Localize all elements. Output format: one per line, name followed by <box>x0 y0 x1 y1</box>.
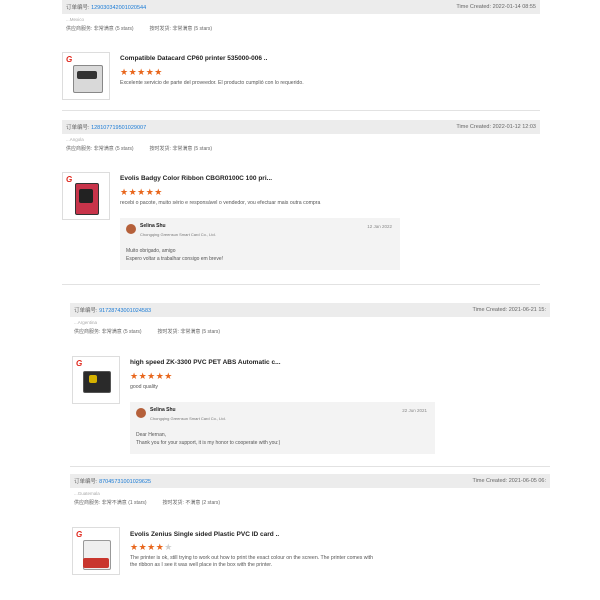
reply-author: Selina Shu <box>140 223 166 229</box>
brand-logo-icon: G <box>66 175 73 184</box>
product-thumbnail[interactable]: G <box>72 527 120 575</box>
reply-date: 12 Jan 2022 <box>367 224 392 229</box>
order-header: 订单编号: 87045731001029625 Time Created: 20… <box>70 474 550 488</box>
order-feedback-page: { "labels": { "order_no": "订单编号:", "time… <box>0 0 600 600</box>
avatar-icon <box>136 408 146 418</box>
order-ratings: 供应商服务: 非常不满意 (1 stars) 按时发货: 不满意 (2 stars… <box>74 500 221 506</box>
reply-text: Dear Hernan, Thank you for your support,… <box>136 432 281 446</box>
product-title[interactable]: Evolis Zenius Single sided Plastic PVC I… <box>130 531 279 538</box>
buyer-location: ...Guatemala <box>74 491 100 496</box>
product-thumbnail[interactable]: G <box>62 52 110 100</box>
reply-company: Chongqing Greensun Smart Card Co., Ltd. <box>140 232 216 237</box>
rating-stars: ★★★★★ <box>120 187 163 197</box>
rating-stars: ★★★★★ <box>120 67 163 77</box>
divider <box>70 466 550 467</box>
order-header: 订单编号: 91728743001024583 Time Created: 20… <box>70 303 550 317</box>
time-created: Time Created: 2022-01-14 08:55 <box>456 4 536 10</box>
review-comment: recebi o pacote, muito sério e responsáv… <box>120 200 321 206</box>
product-title[interactable]: Evolis Badgy Color Ribbon CBGR0100C 100 … <box>120 175 272 182</box>
brand-logo-icon: G <box>76 530 83 539</box>
rating-stars: ★★★★★ <box>130 371 173 381</box>
order-ratings: 供应商服务: 非常满意 (5 stars) 按时发货: 非常满意 (5 stars… <box>66 146 213 152</box>
order-card: 订单编号: 91728743001024583 Time Created: 20… <box>70 303 550 335</box>
order-number-link[interactable]: 128107719501029007 <box>91 125 146 131</box>
review-comment: Excelente servicio de parte del proveedo… <box>120 80 304 86</box>
order-number: 订单编号: 129030342001020544 <box>66 5 147 11</box>
order-card: 订单编号: 129030342001020544 Time Created: 2… <box>62 0 540 32</box>
order-number: 订单编号: 128107719501029007 <box>66 125 147 131</box>
reply-text: Muito obrigado, amigo Espero voltar a tr… <box>126 248 223 262</box>
order-card: 订单编号: 87045731001029625 Time Created: 20… <box>70 474 550 506</box>
order-number: 订单编号: 91728743001024583 <box>74 308 152 314</box>
review-comment: The printer is ok, still trying to work … <box>130 555 373 568</box>
order-number-link[interactable]: 91728743001024583 <box>99 308 151 314</box>
order-header: 订单编号: 129030342001020544 Time Created: 2… <box>62 0 540 14</box>
reply-company: Chongqing Greensun Smart Card Co., Ltd. <box>150 416 226 421</box>
buyer-location: ...Mexico <box>66 17 85 22</box>
order-ratings: 供应商服务: 非常满意 (5 stars) 按时发货: 非常满意 (5 stars… <box>74 329 221 335</box>
product-image <box>73 65 103 93</box>
brand-logo-icon: G <box>76 359 83 368</box>
brand-logo-icon: G <box>66 55 73 64</box>
order-card: 订单编号: 128107719501029007 Time Created: 2… <box>62 120 540 152</box>
order-number-link[interactable]: 129030342001020544 <box>91 5 146 11</box>
product-thumbnail[interactable]: G <box>62 172 110 220</box>
review-comment: good quality <box>130 384 158 390</box>
time-created: Time Created: 2021-06-21 15: <box>472 307 547 313</box>
buyer-location: ...Angola <box>66 137 84 142</box>
reply-author: Selina Shu <box>150 407 176 413</box>
seller-reply: Selina Shu Chongqing Greensun Smart Card… <box>130 402 435 454</box>
divider <box>62 110 540 111</box>
product-image <box>83 371 111 393</box>
rating-stars: ★★★★★ <box>130 542 173 552</box>
time-created: Time Created: 2021-06-05 06: <box>472 478 547 484</box>
avatar-icon <box>126 224 136 234</box>
product-title[interactable]: high speed ZK-3300 PVC PET ABS Automatic… <box>130 359 281 366</box>
divider <box>62 284 540 285</box>
time-created: Time Created: 2022-01-12 12:03 <box>456 124 536 130</box>
product-thumbnail[interactable]: G <box>72 356 120 404</box>
order-header: 订单编号: 128107719501029007 Time Created: 2… <box>62 120 540 134</box>
buyer-location: ...Argentina <box>74 320 98 325</box>
order-number: 订单编号: 87045731001029625 <box>74 479 152 485</box>
order-ratings: 供应商服务: 非常满意 (5 stars) 按时发货: 非常满意 (5 stars… <box>66 26 213 32</box>
reply-date: 22 Jun 2021 <box>402 408 427 413</box>
seller-reply: Selina Shu Chongqing Greensun Smart Card… <box>120 218 400 270</box>
order-number-link[interactable]: 87045731001029625 <box>99 479 151 485</box>
product-title[interactable]: Compatible Datacard CP60 printer 535000-… <box>120 55 267 62</box>
